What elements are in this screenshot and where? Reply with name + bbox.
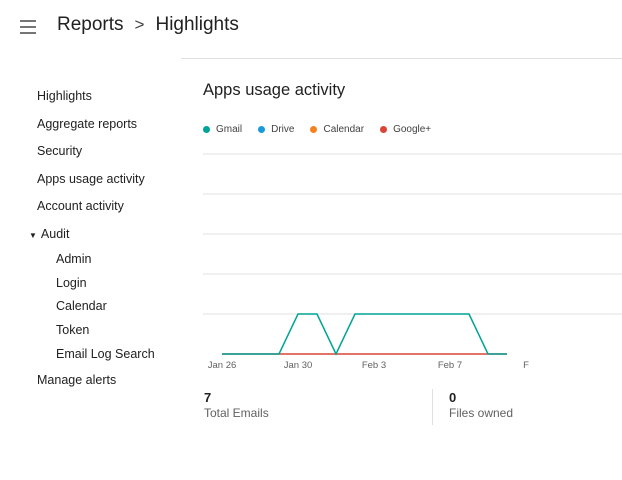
legend-dot-icon bbox=[258, 126, 266, 133]
sidebar-item-email-log-search[interactable]: Email Log Search bbox=[56, 347, 155, 361]
header-divider bbox=[181, 58, 622, 59]
legend-label: Calendar bbox=[323, 124, 365, 135]
stat-total-emails: 7 Total Emails bbox=[204, 390, 269, 420]
legend-item-gmail[interactable]: Gmail bbox=[203, 124, 242, 135]
stat-files-owned: 0 Files owned bbox=[449, 390, 513, 420]
sidebar-item-manage-alerts[interactable]: Manage alerts bbox=[37, 373, 116, 387]
x-tick-label: Feb 3 bbox=[362, 360, 386, 371]
stat-value: 0 bbox=[449, 390, 457, 405]
sidebar-item-audit-label: Audit bbox=[40, 227, 70, 241]
sidebar-item-admin[interactable]: Admin bbox=[56, 252, 91, 266]
legend-dot-icon bbox=[203, 126, 210, 133]
caret-down-icon: ▼ bbox=[29, 231, 37, 240]
legend-label: Gmail bbox=[216, 124, 243, 135]
breadcrumb-separator-icon: > bbox=[134, 15, 145, 34]
top-bar: Reports > Highlights bbox=[0, 0, 622, 56]
sidebar-item-audit[interactable]: ▼ Audit bbox=[29, 227, 69, 241]
legend-item-googleplus[interactable]: Google+ bbox=[380, 124, 431, 135]
breadcrumb-reports[interactable]: Reports bbox=[57, 14, 124, 36]
legend-label: Google+ bbox=[393, 124, 432, 135]
legend-dot-icon bbox=[310, 126, 318, 133]
sidebar-item-aggregate-reports[interactable]: Aggregate reports bbox=[37, 117, 137, 131]
sidebar-item-apps-usage-activity[interactable]: Apps usage activity bbox=[37, 172, 145, 186]
legend-item-drive[interactable]: Drive bbox=[258, 124, 294, 135]
x-tick-label: Jan 30 bbox=[284, 360, 313, 371]
legend-item-calendar[interactable]: Calendar bbox=[310, 124, 364, 135]
sidebar-item-token[interactable]: Token bbox=[56, 323, 89, 337]
legend-label: Drive bbox=[271, 124, 295, 135]
breadcrumb-highlights: Highlights bbox=[155, 14, 239, 35]
breadcrumb: Reports > Highlights bbox=[57, 14, 239, 36]
stat-label: Total Emails bbox=[204, 406, 269, 420]
sidebar-item-calendar[interactable]: Calendar bbox=[56, 299, 107, 313]
x-tick-label: F bbox=[523, 360, 529, 371]
sidebar-item-login[interactable]: Login bbox=[56, 276, 87, 290]
legend-dot-icon bbox=[380, 126, 388, 133]
sidebar-item-account-activity[interactable]: Account activity bbox=[37, 199, 124, 213]
sidebar-item-highlights[interactable]: Highlights bbox=[37, 89, 92, 103]
chart-title: Apps usage activity bbox=[203, 81, 346, 99]
x-tick-label: Jan 26 bbox=[208, 360, 237, 371]
x-tick-label: Feb 7 bbox=[438, 360, 462, 371]
stat-divider bbox=[432, 389, 433, 425]
stat-value: 7 bbox=[204, 390, 212, 405]
sidebar-item-security[interactable]: Security bbox=[37, 144, 82, 158]
hamburger-menu-icon[interactable] bbox=[20, 20, 36, 34]
chart-legend: Gmail Drive Calendar Google+ bbox=[203, 124, 447, 135]
stat-label: Files owned bbox=[449, 406, 514, 420]
series-line-gmail[interactable] bbox=[222, 313, 507, 356]
usage-line-chart: Jan 26 Jan 30 Feb 3 Feb 7 F bbox=[203, 153, 622, 371]
